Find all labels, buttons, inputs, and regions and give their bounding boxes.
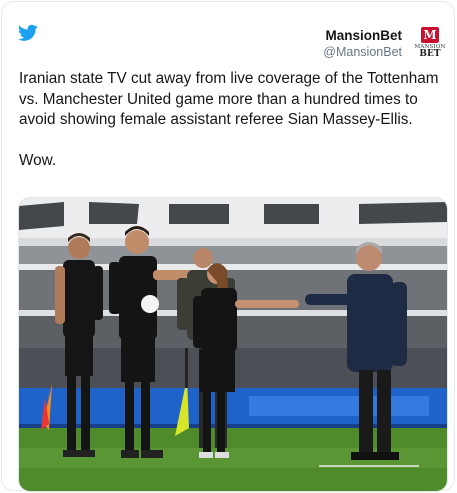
tweet-paragraph: Wow.: [19, 151, 57, 169]
tweet-photo[interactable]: [18, 197, 448, 492]
twitter-bird-icon[interactable]: [18, 24, 38, 42]
account-info[interactable]: MansionBet @MansionBet: [323, 27, 402, 61]
tweet-card: MansionBet @MansionBet M MANSION BET Ira…: [1, 1, 455, 492]
tweet-paragraph: Iranian state TV cut away from live cove…: [19, 70, 439, 128]
display-name[interactable]: MansionBet: [323, 27, 402, 44]
tweet-text: Iranian state TV cut away from live cove…: [19, 69, 439, 171]
referees-and-manager-photo: [19, 198, 447, 491]
logo-mark: M: [421, 27, 439, 43]
handle[interactable]: @MansionBet: [323, 44, 402, 61]
logo-text-line2: BET: [419, 49, 441, 59]
mansionbet-logo-avatar[interactable]: M MANSION BET: [414, 27, 445, 59]
